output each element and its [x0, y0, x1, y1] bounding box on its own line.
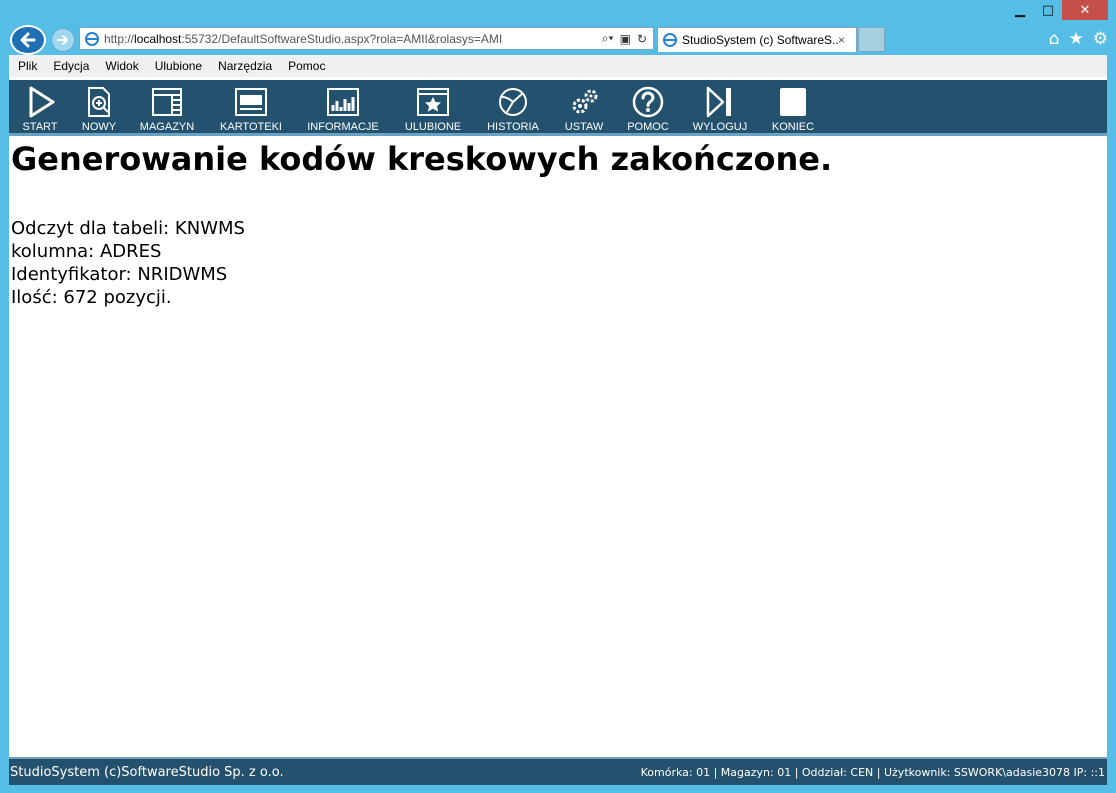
toolbar-ustaw-button[interactable]: USTAW	[562, 80, 606, 136]
toolbar-label: START	[22, 121, 58, 133]
toolbar-label: POMOC	[627, 121, 669, 133]
ie-page-icon	[85, 31, 99, 46]
menu-narzedzia[interactable]: Narzędzia	[218, 59, 272, 73]
refresh-icon[interactable]: ↻	[637, 32, 647, 46]
menu-ulubione[interactable]: Ulubione	[155, 59, 202, 73]
toolbar-nowy-button[interactable]: NOWY	[79, 80, 119, 136]
warehouse-icon	[152, 88, 182, 116]
main-content: Generowanie kodów kreskowych zakończone.…	[11, 139, 1107, 309]
back-button[interactable]	[10, 25, 46, 55]
toolbar-magazyn-button[interactable]: MAGAZYN	[137, 80, 197, 136]
play-icon	[29, 86, 55, 118]
menu-edycja[interactable]: Edycja	[53, 59, 89, 73]
toolbar-wyloguj-button[interactable]: WYLOGUJ	[689, 80, 751, 136]
info-line-count: Ilość: 672 pozycji.	[11, 287, 172, 308]
toolbar-ulubione-button[interactable]: ULUBIONE	[401, 80, 465, 136]
back-arrow-icon	[20, 32, 36, 48]
info-line-column: kolumna: ADRES	[11, 241, 162, 262]
toolbar-historia-button[interactable]: HISTORIA	[482, 80, 544, 136]
toolbar-label: ULUBIONE	[404, 121, 462, 133]
navigation-bar: http://localhost:55732/DefaultSoftwareSt…	[0, 24, 1116, 55]
history-icon	[499, 88, 527, 116]
page-content: START NOWY MAGAZYN KARTOTEKI INFORMACJE	[9, 77, 1107, 785]
toolbar-informacje-button[interactable]: INFORMACJE	[305, 80, 381, 136]
favorites-icon	[417, 88, 449, 116]
toolbar-label: USTAW	[564, 121, 604, 133]
browser-tab[interactable]: StudioSystem (c) SoftwareS... ×	[657, 27, 857, 52]
address-bar[interactable]: http://localhost:55732/DefaultSoftwareSt…	[79, 27, 654, 50]
footer-session-info: Komórka: 01 | Magazyn: 01 | Oddział: CEN…	[640, 765, 1105, 779]
minimize-button[interactable]: ▁	[1006, 0, 1034, 20]
menu-plik[interactable]: Plik	[18, 59, 37, 73]
close-window-button[interactable]: ✕	[1062, 0, 1108, 20]
toolbar-label: KONIEC	[771, 121, 815, 133]
compatibility-icon[interactable]: ▣	[620, 32, 631, 46]
toolbar-koniec-button[interactable]: KONIEC	[767, 80, 819, 136]
menu-bar: Plik Edycja Widok Ulubione Narzędzia Pom…	[9, 55, 1107, 77]
forward-arrow-icon	[57, 35, 68, 45]
menu-widok[interactable]: Widok	[105, 59, 138, 73]
new-tab-button[interactable]	[858, 27, 885, 52]
forward-button[interactable]	[51, 28, 75, 52]
status-footer: StudioSystem (c)SoftwareStudio Sp. z o.o…	[9, 757, 1107, 785]
url-text: http://localhost:55732/DefaultSoftwareSt…	[104, 31, 503, 46]
menu-pomoc[interactable]: Pomoc	[288, 59, 325, 73]
app-toolbar: START NOWY MAGAZYN KARTOTEKI INFORMACJE	[9, 80, 1107, 136]
info-line-identifier: Identyfikator: NRIDWMS	[11, 264, 228, 285]
new-document-icon	[88, 87, 110, 117]
tools-gear-icon[interactable]: ⚙	[1093, 30, 1108, 48]
toolbar-label: INFORMACJE	[307, 121, 379, 133]
tab-ie-icon	[663, 33, 677, 47]
toolbar-label: WYLOGUJ	[692, 121, 748, 133]
toolbar-label: NOWY	[81, 121, 117, 133]
info-block: Odczyt dla tabeli: KNWMS kolumna: ADRES …	[11, 217, 1107, 309]
help-icon	[632, 86, 664, 118]
home-icon[interactable]: ⌂	[1049, 30, 1060, 48]
maximize-button[interactable]: □	[1034, 0, 1062, 20]
logout-icon	[706, 86, 731, 118]
favorites-star-icon[interactable]: ★	[1069, 30, 1084, 48]
toolbar-kartoteki-button[interactable]: KARTOTEKI	[216, 80, 286, 136]
toolbar-label: KARTOTEKI	[220, 121, 282, 133]
end-icon	[780, 88, 806, 116]
settings-gears-icon	[572, 89, 598, 114]
browser-window: ▁ □ ✕ http://localhost:55732/DefaultSoft…	[0, 0, 1116, 793]
page-heading: Generowanie kodów kreskowych zakończone.	[11, 140, 833, 178]
info-line-table: Odczyt dla tabeli: KNWMS	[11, 218, 245, 239]
toolbar-start-button[interactable]: START	[20, 80, 60, 136]
search-icon[interactable]: ⌕▾	[602, 31, 614, 46]
tab-title: StudioSystem (c) SoftwareS...	[682, 33, 838, 47]
tab-close-icon[interactable]: ×	[838, 33, 852, 47]
window-controls: ▁ □ ✕	[1006, 0, 1108, 20]
footer-copyright: StudioSystem (c)SoftwareStudio Sp. z o.o…	[10, 764, 284, 780]
toolbar-pomoc-button[interactable]: POMOC	[626, 80, 670, 136]
info-chart-icon	[327, 88, 359, 116]
toolbar-label: HISTORIA	[487, 121, 539, 133]
records-icon	[235, 88, 267, 116]
toolbar-label: MAGAZYN	[139, 121, 195, 133]
